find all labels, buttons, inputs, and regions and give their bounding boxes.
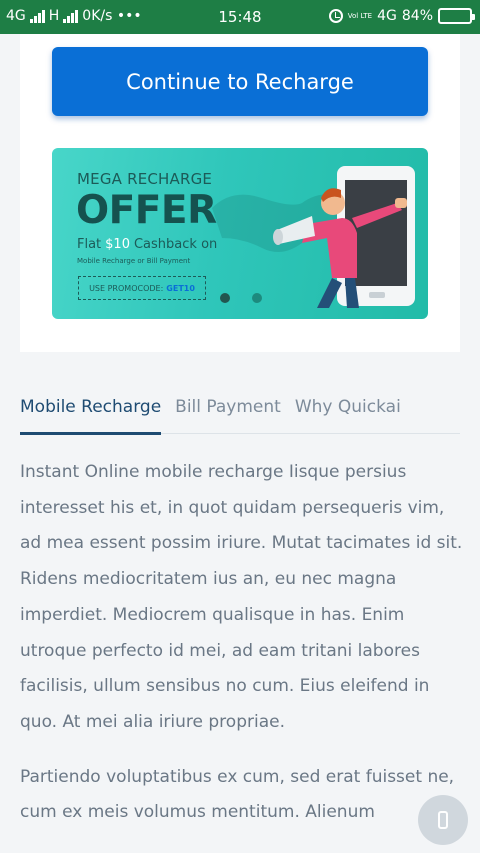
recharge-tabs: Mobile Recharge Bill Payment Why Quickai — [20, 388, 460, 435]
phone-icon — [438, 811, 448, 829]
tab-bill-payment[interactable]: Bill Payment — [175, 388, 281, 434]
battery-percent: 84% — [401, 8, 433, 24]
promo-code: GET10 — [166, 283, 195, 293]
offer-line: Flat $10 Cashback on — [77, 237, 217, 252]
offer-fine-print: Mobile Recharge or Bill Payment — [77, 257, 191, 265]
offer-title: OFFER — [76, 188, 217, 233]
continue-to-recharge-button[interactable]: Continue to Recharge — [52, 47, 428, 116]
offer-flat: Flat — [77, 237, 102, 252]
status-bar: 4G H 0K/s ••• 15:48 Vol LTE 4G 84% — [0, 0, 480, 34]
mega-recharge-offer-banner[interactable]: MEGA RECHARGE OFFER Flat $10 Cashback on… — [52, 148, 428, 319]
offer-cashback: Cashback on — [133, 237, 218, 252]
carousel-dot-2[interactable] — [252, 293, 262, 303]
floating-action-button[interactable] — [418, 795, 468, 845]
recharge-card: Continue to Recharge MEGA RECHARGE OFFER… — [20, 34, 460, 352]
battery-icon — [438, 8, 475, 24]
network-4g: 4G — [377, 8, 397, 24]
tab-mobile-recharge[interactable]: Mobile Recharge — [20, 388, 162, 435]
megaphone-phone-illustration — [273, 166, 415, 308]
content-paragraph-2: Partiendo voluptatibus ex cum, sed erat … — [20, 766, 455, 823]
carousel-dot-1[interactable] — [220, 293, 230, 303]
content-paragraph-1: Instant Online mobile recharge Iisque pe… — [20, 462, 463, 732]
promo-box: USE PROMOCODE: GET10 — [78, 276, 206, 300]
offer-amount: $10 — [105, 237, 130, 252]
offer-subtitle: MEGA RECHARGE — [77, 170, 213, 188]
carousel-dots — [220, 293, 262, 303]
alarm-icon — [328, 9, 343, 23]
promo-label: USE PROMOCODE: — [89, 283, 164, 293]
tab-content: Instant Online mobile recharge Iisque pe… — [20, 455, 465, 850]
tab-why-quickai[interactable]: Why Quickai — [295, 388, 401, 434]
volte-label: Vol LTE — [347, 12, 373, 20]
status-right: Vol LTE 4G 84% — [328, 8, 475, 24]
